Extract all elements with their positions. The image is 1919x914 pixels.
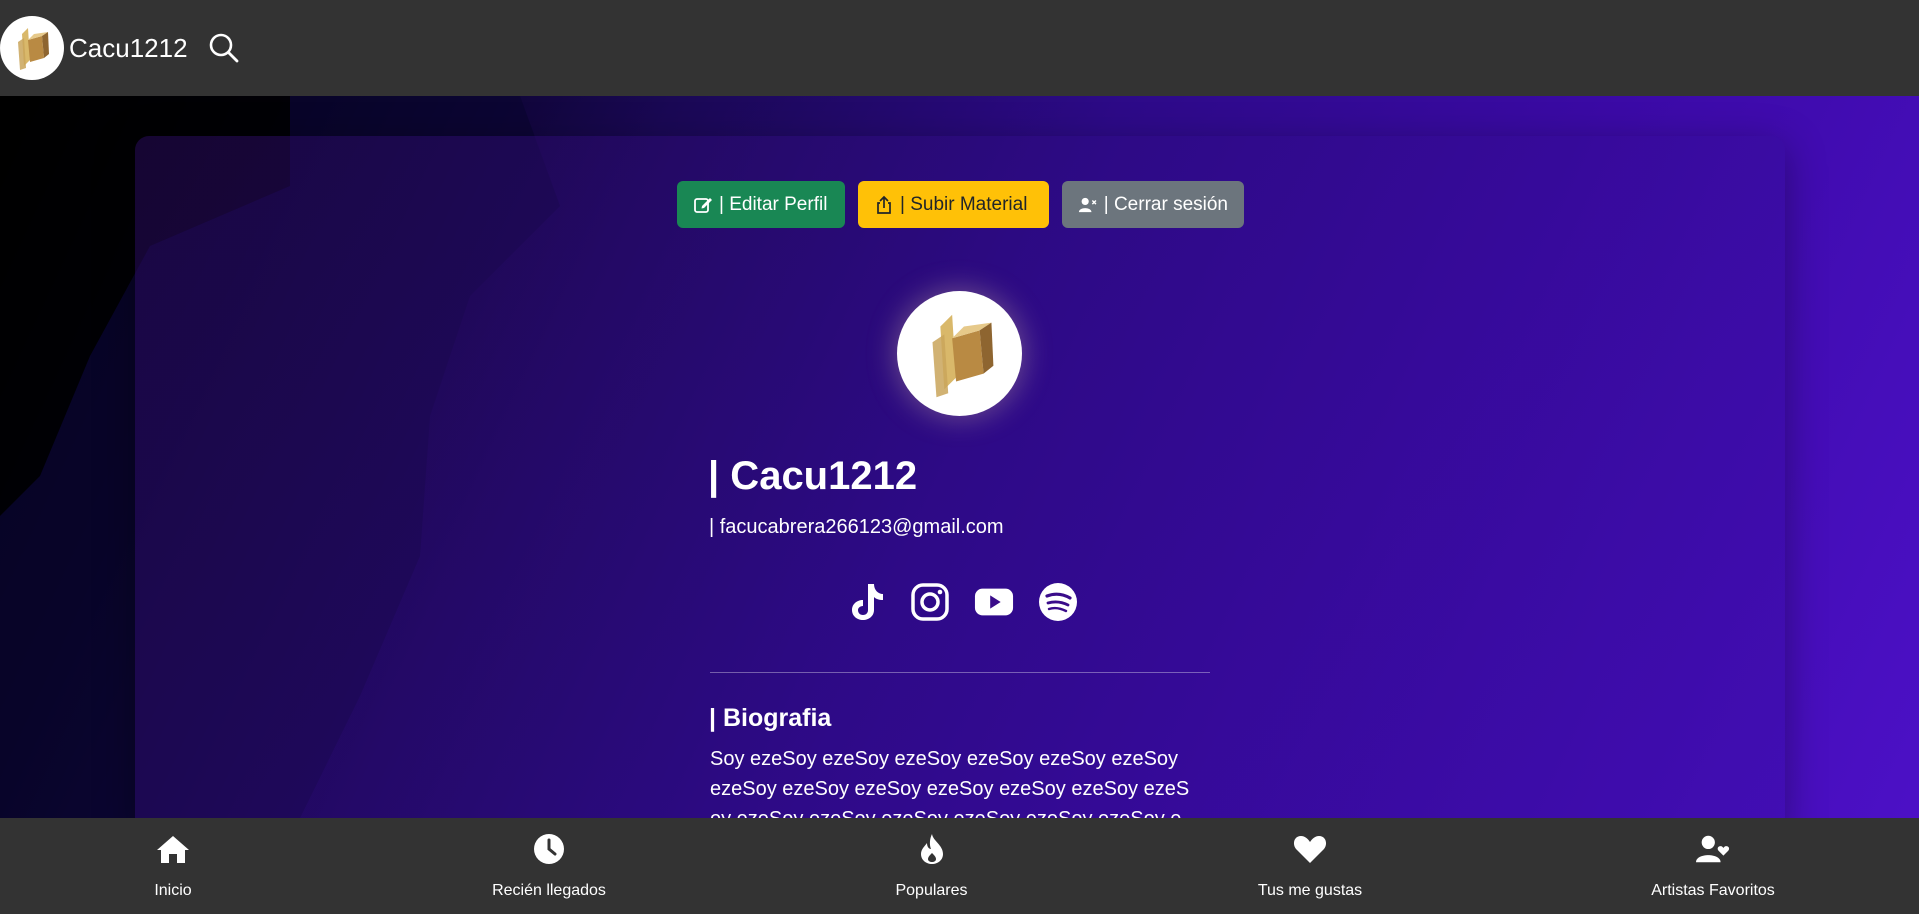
nav-item-recien-llegados[interactable]: Recién llegados bbox=[484, 818, 614, 914]
nav-item-inicio[interactable]: Inicio bbox=[137, 818, 209, 914]
user-heart-icon bbox=[1696, 832, 1730, 866]
profile-actions: | Editar Perfil | Subir Material | Cerra… bbox=[677, 181, 1244, 228]
divider bbox=[710, 672, 1210, 673]
bottom-navbar: Inicio Recién llegados Populares Tus me … bbox=[0, 818, 1919, 914]
nav-label-recien-llegados: Recién llegados bbox=[492, 882, 606, 899]
edit-icon bbox=[694, 197, 712, 213]
social-links bbox=[846, 580, 1078, 624]
user-x-icon bbox=[1078, 197, 1097, 212]
profile-username: | Cacu1212 bbox=[708, 454, 918, 498]
heart-icon bbox=[1293, 832, 1327, 866]
fire-icon bbox=[915, 832, 949, 866]
profile-email: | facucabrera266123@gmail.com bbox=[709, 516, 1004, 538]
edit-profile-label: | Editar Perfil bbox=[719, 193, 828, 215]
upload-material-button[interactable]: | Subir Material bbox=[858, 181, 1049, 228]
nav-label-populares: Populares bbox=[895, 882, 968, 899]
clock-icon bbox=[532, 832, 566, 866]
tiktok-icon[interactable] bbox=[846, 580, 886, 624]
nav-item-populares[interactable]: Populares bbox=[884, 818, 979, 914]
profile-avatar bbox=[897, 291, 1022, 416]
youtube-icon[interactable] bbox=[974, 580, 1014, 624]
nav-item-artistas-favoritos[interactable]: Artistas Favoritos bbox=[1649, 818, 1777, 914]
logout-label: | Cerrar sesión bbox=[1103, 193, 1228, 215]
avatar[interactable] bbox=[0, 16, 64, 80]
edit-profile-button[interactable]: | Editar Perfil bbox=[677, 181, 845, 228]
nav-item-tus-me-gustas[interactable]: Tus me gustas bbox=[1257, 818, 1363, 914]
nav-label-inicio: Inicio bbox=[154, 882, 192, 899]
home-icon bbox=[156, 832, 190, 866]
spotify-icon[interactable] bbox=[1038, 580, 1078, 624]
logout-button[interactable]: | Cerrar sesión bbox=[1062, 181, 1244, 228]
search-icon[interactable] bbox=[206, 30, 242, 66]
cardboard-box-logo bbox=[932, 314, 993, 397]
instagram-icon[interactable] bbox=[910, 580, 950, 624]
biography-title: | Biografia bbox=[709, 704, 832, 732]
upload-material-label: | Subir Material bbox=[900, 193, 1028, 215]
top-navbar: Cacu1212 bbox=[0, 0, 1919, 96]
nav-label-artistas-favoritos: Artistas Favoritos bbox=[1651, 882, 1775, 899]
brand-username[interactable]: Cacu1212 bbox=[69, 33, 188, 64]
upload-icon bbox=[877, 195, 891, 214]
nav-label-tus-me-gustas: Tus me gustas bbox=[1257, 882, 1363, 899]
cardboard-box-logo bbox=[18, 28, 49, 70]
profile-card bbox=[135, 136, 1785, 836]
